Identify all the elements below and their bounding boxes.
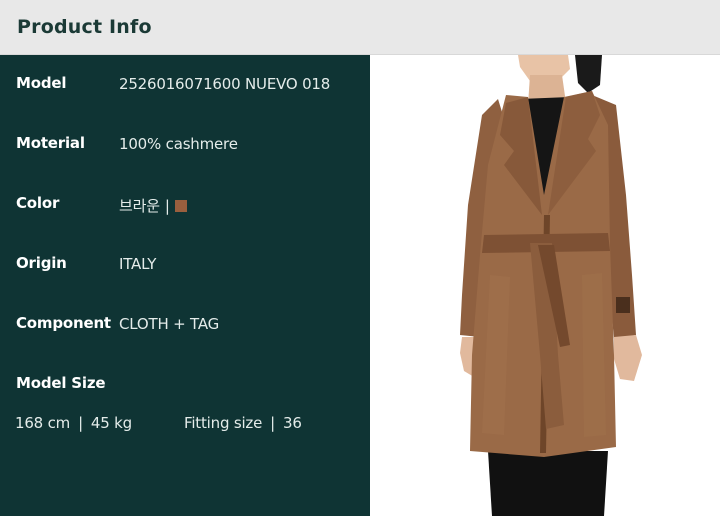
spec-label: Component	[16, 314, 111, 332]
spec-row-component: Component CLOTH + TAG	[0, 314, 370, 338]
fitting-size-label: Fitting size	[184, 414, 263, 432]
product-info-header: Product Info	[0, 0, 720, 55]
spec-value-color: 브라운 |	[119, 195, 187, 216]
spec-label: Color	[16, 194, 60, 212]
spec-label: Moterial	[16, 134, 85, 152]
spec-panel: Model 2526016071600 NUEVO 018 Moterial 1…	[0, 55, 370, 516]
color-name: 브라운	[119, 197, 160, 215]
model-size-heading-row: Model Size	[0, 374, 370, 398]
spec-value: ITALY	[119, 255, 157, 273]
spec-value: CLOTH + TAG	[119, 315, 220, 333]
spec-value: 2526016071600 NUEVO 018	[119, 75, 331, 93]
model-size-values: 168 cm | 45 kg Fitting size | 36	[15, 414, 302, 432]
spec-label: Model	[16, 74, 67, 92]
size-separator: |	[270, 414, 275, 432]
spec-label: Origin	[16, 254, 67, 272]
model-height: 168 cm	[15, 414, 71, 432]
model-coat-illustration	[460, 55, 642, 516]
spec-value: 100% cashmere	[119, 135, 238, 153]
spec-row-material: Moterial 100% cashmere	[0, 134, 370, 158]
color-swatch	[174, 200, 187, 212]
spec-row-origin: Origin ITALY	[0, 254, 370, 278]
spec-row-color: Color 브라운 |	[0, 194, 370, 218]
model-weight: 45 kg	[90, 414, 132, 432]
size-separator: |	[78, 414, 83, 432]
model-size-label: Model Size	[16, 374, 106, 392]
product-photo	[370, 55, 720, 516]
color-separator: |	[164, 197, 170, 215]
spec-row-model: Model 2526016071600 NUEVO 018	[0, 74, 370, 98]
fitting-size-value: 36	[282, 414, 302, 432]
page-title: Product Info	[17, 16, 152, 38]
